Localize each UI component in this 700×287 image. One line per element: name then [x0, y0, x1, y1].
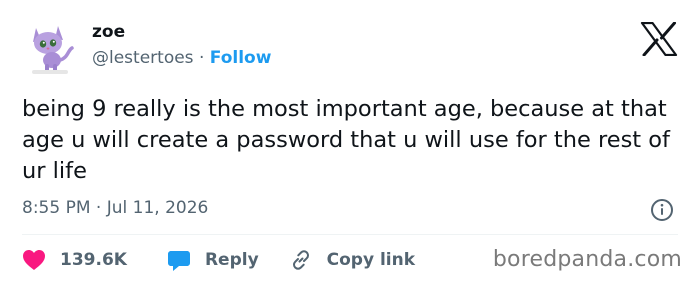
author-handle-row: @lestertoes · Follow	[92, 48, 271, 68]
link-icon	[292, 250, 309, 270]
reply-bubble-icon	[167, 251, 190, 271]
follow-button[interactable]: Follow	[210, 48, 272, 68]
x-logo-icon[interactable]	[640, 22, 678, 56]
copy-link-label: Copy link	[326, 250, 416, 270]
action-bar: 139.6K Reply Copy link	[22, 246, 415, 274]
reply-button[interactable]: Reply	[167, 248, 259, 272]
like-count: 139.6K	[60, 250, 127, 270]
heart-icon	[23, 250, 45, 270]
tweet-timestamp[interactable]: 8:55 PM · Jul 11, 2026	[22, 198, 208, 218]
reply-label: Reply	[204, 250, 259, 270]
watermark: boredpanda.com	[492, 247, 682, 272]
divider	[22, 234, 678, 235]
like-button[interactable]: 139.6K	[22, 249, 127, 271]
info-icon[interactable]	[650, 198, 674, 222]
author-handle[interactable]: @lestertoes	[92, 48, 194, 68]
tweet-card: zoe @lestertoes · Follow being 9 really …	[0, 0, 700, 287]
copy-link-button[interactable]: Copy link	[289, 248, 415, 272]
author-name[interactable]: zoe	[92, 22, 125, 42]
handle-separator: ·	[198, 48, 205, 68]
cat-avatar-icon[interactable]	[22, 20, 78, 76]
tweet-text: being 9 really is the most important age…	[22, 96, 670, 184]
